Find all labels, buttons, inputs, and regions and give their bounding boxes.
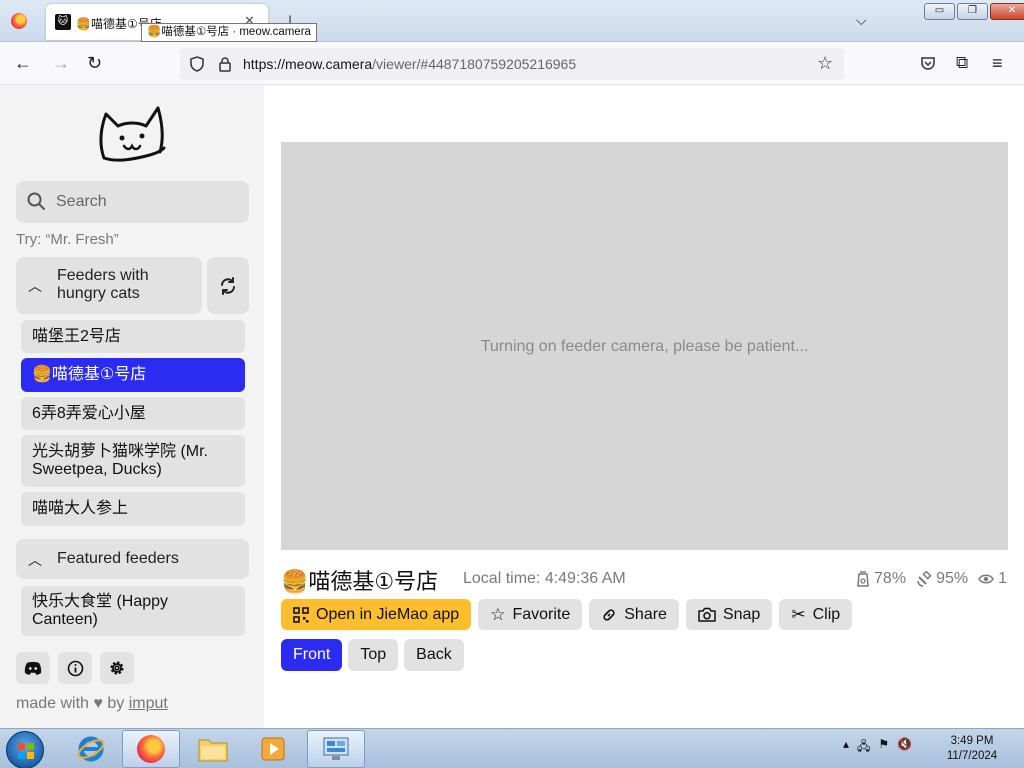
discord-icon — [24, 661, 42, 675]
star-icon: ☆ — [490, 604, 506, 624]
internet-explorer-taskbar-icon[interactable] — [62, 730, 120, 768]
action-buttons: Open in JieMao app ☆ Favorite Share Snap… — [281, 599, 853, 630]
minimize-button[interactable]: ▭ — [924, 3, 955, 20]
heart-icon: ♥ — [93, 695, 103, 712]
volume-muted-icon[interactable]: 🔇 — [897, 737, 912, 758]
camera-selector: Front Top Back — [281, 639, 464, 671]
search-hint: Try: “Mr. Fresh” — [16, 231, 119, 248]
windows-taskbar: ▴ 🖧 ⚑ 🔇 3:49 PM 11/7/2024 — [0, 728, 1024, 768]
firefox-icon — [137, 735, 165, 763]
windows-logo-icon — [18, 743, 34, 759]
section-featured-toggle[interactable]: ︿ Featured feeders — [16, 539, 249, 579]
control-panel-icon — [323, 737, 349, 760]
action-center-flag-icon[interactable]: ⚑ — [878, 737, 889, 758]
settings-button[interactable] — [100, 652, 134, 684]
folder-icon — [198, 739, 228, 762]
search-icon — [27, 192, 45, 210]
media-player-icon — [261, 737, 285, 761]
chevron-up-icon: ︿ — [28, 278, 42, 294]
control-panel-taskbar-icon[interactable] — [307, 730, 365, 768]
extensions-puzzle-icon[interactable]: ⧉ — [956, 53, 968, 73]
food-bag-icon — [857, 571, 869, 587]
sidebar: Try: “Mr. Fresh” ︿ Feeders with hungry c… — [0, 86, 264, 728]
imput-link[interactable]: imput — [129, 695, 168, 712]
taskbar-clock[interactable]: 3:49 PM 11/7/2024 — [940, 734, 1004, 764]
clip-button[interactable]: ✂ Clip — [779, 599, 853, 630]
section-featured-label: Featured feeders — [57, 550, 179, 567]
info-icon — [67, 660, 83, 676]
tab-strip: 🐱 🍔喵德基①号店 ✕ 🍔喵德基①号店 · meow.camera | ⌵ ▭ … — [0, 0, 1024, 42]
restore-button[interactable]: ❐ — [957, 3, 988, 20]
camera-icon — [698, 607, 716, 622]
url-bar[interactable]: https://meow.camera/viewer/#448718075920… — [180, 48, 844, 80]
camera-front-button[interactable]: Front — [281, 639, 343, 671]
gear-icon — [110, 661, 124, 675]
qr-code-icon — [293, 606, 309, 623]
cat-favicon-icon: 🐱 — [55, 14, 71, 30]
show-hidden-icons-icon[interactable]: ▴ — [843, 737, 849, 758]
feeder-item-active[interactable]: 🍔喵德基①号店 — [21, 358, 245, 392]
favorite-button[interactable]: ☆ Favorite — [478, 599, 583, 630]
viewer: Turning on feeder camera, please be pati… — [264, 86, 1024, 728]
lock-icon[interactable] — [218, 56, 232, 72]
feeder-item[interactable]: 快乐大食堂 (Happy Canteen) — [21, 586, 245, 636]
battery-level: 95% — [916, 570, 968, 588]
explorer-taskbar-icon[interactable] — [184, 730, 242, 768]
eye-icon — [978, 574, 994, 584]
meow-camera-logo-icon[interactable] — [96, 102, 168, 164]
viewer-count: 1 — [978, 570, 1007, 588]
list-all-tabs-chevron-icon[interactable]: ⌵ — [856, 12, 867, 29]
feeder-item[interactable]: 喵堡王2号店 — [21, 320, 245, 353]
navigation-toolbar: ← → ↻ https://meow.camera/viewer/#448718… — [0, 43, 1024, 85]
network-icon[interactable]: 🖧 — [857, 737, 870, 758]
camera-top-button[interactable]: Top — [348, 639, 399, 671]
food-level: 78% — [856, 570, 906, 588]
bookmark-star-icon[interactable]: ☆ — [817, 53, 833, 74]
section-hungry-cats-label: Feeders with hungry cats — [57, 267, 149, 302]
back-arrow-icon[interactable]: ← — [14, 53, 32, 73]
url-text[interactable]: https://meow.camera/viewer/#448718075920… — [243, 56, 576, 72]
refresh-button[interactable] — [207, 257, 249, 314]
search-box[interactable] — [16, 181, 249, 223]
start-button[interactable] — [6, 731, 44, 768]
media-player-taskbar-icon[interactable] — [244, 730, 302, 768]
feeder-item[interactable]: 光头胡萝卜猫咪学院 (Mr. Sweetpea, Ducks) — [21, 435, 245, 487]
refresh-icon — [221, 277, 235, 295]
camera-video[interactable]: Turning on feeder camera, please be pati… — [281, 142, 1008, 550]
local-time: Local time: 4:49:36 AM — [463, 570, 626, 587]
snap-button[interactable]: Snap — [685, 599, 773, 630]
chevron-up-icon: ︿ — [28, 552, 42, 568]
firefox-logo-icon[interactable] — [11, 13, 27, 29]
video-loading-message: Turning on feeder camera, please be pati… — [480, 338, 809, 355]
system-tray: ▴ 🖧 ⚑ 🔇 — [843, 737, 912, 758]
credits: made with ♥ by imput — [16, 695, 168, 712]
section-hungry-cats-toggle[interactable]: ︿ Feeders with hungry cats — [16, 257, 202, 314]
window-controls: ▭ ❐ ✕ — [924, 3, 1024, 20]
open-in-app-button[interactable]: Open in JieMao app — [281, 599, 472, 630]
feeder-item[interactable]: 喵喵大人参上 — [21, 492, 245, 526]
sidebar-footer-buttons — [16, 652, 134, 684]
pocket-icon[interactable] — [920, 55, 936, 71]
menu-hamburger-icon[interactable]: ≡ — [992, 53, 1003, 73]
ie-icon — [77, 736, 105, 762]
camera-back-button[interactable]: Back — [404, 639, 464, 671]
feeder-title: 🍔喵德基①号店 — [281, 569, 439, 594]
tab-tooltip: 🍔喵德基①号店 · meow.camera — [141, 23, 317, 42]
close-window-button[interactable]: ✕ — [990, 3, 1024, 20]
search-input[interactable] — [56, 181, 241, 223]
discord-button[interactable] — [16, 652, 50, 684]
feeder-stats: 78% 95% 1 — [856, 570, 1007, 588]
share-button[interactable]: Share — [589, 599, 679, 630]
satellite-icon — [917, 571, 932, 587]
reload-icon[interactable]: ↻ — [87, 53, 102, 73]
scissors-icon: ✂ — [791, 604, 806, 624]
shield-icon[interactable] — [189, 56, 205, 72]
link-icon — [603, 608, 615, 621]
firefox-taskbar-icon[interactable] — [122, 730, 180, 768]
forward-arrow-icon[interactable]: → — [52, 53, 70, 73]
feeder-item[interactable]: 6弄8弄爱心小屋 — [21, 397, 245, 430]
info-button[interactable] — [58, 652, 92, 684]
